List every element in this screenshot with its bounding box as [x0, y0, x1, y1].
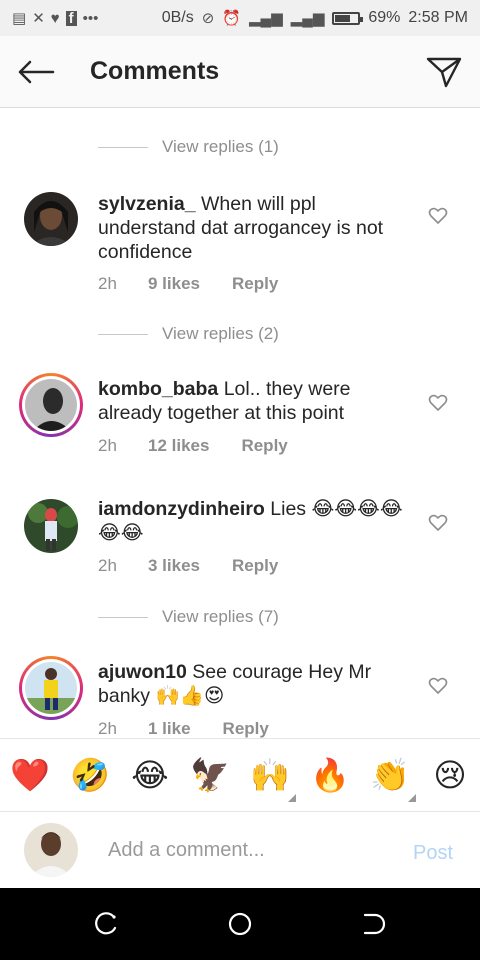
comment-username[interactable]: sylvzenia_ — [98, 193, 196, 215]
recent-apps-icon[interactable] — [93, 910, 121, 938]
back-button[interactable] — [0, 36, 72, 108]
signal-2-icon: ▂▄▆ — [290, 9, 325, 27]
reply-button[interactable]: Reply — [232, 274, 278, 294]
skin-tone-indicator — [288, 794, 296, 802]
header: Comments — [0, 36, 480, 108]
emoji-red-heart[interactable]: ❤️ — [10, 755, 50, 795]
view-replies-link[interactable]: View replies (1) — [98, 137, 279, 157]
divider-line — [98, 146, 148, 148]
comment-text: kombo_baba Lol.. they were already toget… — [98, 377, 408, 425]
emoji-fire[interactable]: 🔥 — [310, 755, 350, 795]
back-arrow-icon — [18, 60, 55, 83]
emoji-raised-hands[interactable]: 🙌 — [250, 755, 290, 795]
comment-time: 2h — [98, 436, 117, 455]
facebook-icon: f — [65, 10, 77, 26]
post-button[interactable]: Post — [413, 842, 453, 865]
data-saver-icon: ⊘ — [201, 9, 215, 27]
battery-icon — [332, 11, 364, 25]
heart-icon[interactable] — [428, 676, 448, 696]
view-replies-label: View replies (2) — [162, 324, 279, 343]
comment-likes[interactable]: 12 likes — [148, 436, 209, 456]
system-nav-bar — [0, 888, 480, 960]
emoji-crying-face[interactable]: 😢 — [430, 755, 470, 795]
divider-line — [98, 616, 148, 618]
emoji-clapping-hands[interactable]: 👏 — [370, 755, 410, 795]
emoji-rofl[interactable]: 🤣 — [70, 755, 110, 795]
comment-time: 2h — [98, 556, 117, 575]
heart-icon[interactable] — [428, 513, 448, 533]
emoji-quick-bar: ❤️ 🤣 😂 🦅 🙌 🔥 👏 😢 — [0, 738, 480, 812]
comments-list[interactable]: View replies (1) sylvzenia_ When will pp… — [0, 108, 480, 738]
view-replies-label: View replies (1) — [162, 137, 279, 156]
comment-likes[interactable]: 3 likes — [148, 556, 200, 576]
comment-username[interactable]: ajuwon10 — [98, 661, 187, 683]
network-speed: 0B/s — [161, 9, 194, 26]
comment-time: 2h — [98, 274, 117, 293]
notification-icons: ▤ ✕ ♥ f ••• — [12, 9, 99, 27]
heart-notification-icon: ♥ — [50, 9, 60, 27]
clock: 2:58 PM — [408, 9, 468, 26]
comment-meta: 2h 9 likes Reply — [98, 274, 278, 294]
view-replies-link[interactable]: View replies (2) — [98, 324, 279, 344]
comment-text: ajuwon10 See courage Hey Mr banky 🙌👍😍 — [98, 660, 408, 708]
reply-button[interactable]: Reply — [232, 556, 278, 576]
skin-tone-indicator — [408, 794, 416, 802]
home-icon[interactable] — [226, 910, 254, 938]
reply-button[interactable]: Reply — [241, 436, 287, 456]
emoji-eagle[interactable]: 🦅 — [190, 755, 230, 795]
paper-plane-icon — [426, 57, 462, 87]
reply-button[interactable]: Reply — [223, 719, 269, 738]
comment-username[interactable]: kombo_baba — [98, 378, 218, 400]
comment-text: sylvzenia_ When will ppl understand dat … — [98, 192, 408, 264]
comment-text: iamdonzydinheiro Lies 😂😂😂😂😂😂 — [98, 497, 408, 545]
battery-level — [335, 14, 351, 22]
back-nav-icon[interactable] — [359, 910, 387, 938]
avatar-story-ring[interactable] — [19, 373, 83, 437]
alarm-icon: ⏰ — [222, 9, 241, 27]
view-replies-label: View replies (7) — [162, 607, 279, 626]
comment-likes[interactable]: 9 likes — [148, 274, 200, 294]
comment-meta: 2h 3 likes Reply — [98, 556, 278, 576]
signal-icon: ▂▄▆ — [248, 9, 283, 27]
add-comment-bar: Post — [0, 812, 480, 888]
current-user-avatar — [24, 823, 78, 877]
avatar — [25, 662, 77, 714]
avatar[interactable] — [24, 192, 78, 246]
comment-meta: 2h 1 like Reply — [98, 719, 269, 738]
missed-call-icon: ✕ — [32, 9, 45, 27]
battery-percent: 69% — [368, 9, 401, 26]
comment-time: 2h — [98, 719, 117, 738]
message-icon: ▤ — [12, 9, 27, 27]
heart-icon[interactable] — [428, 393, 448, 413]
comment-likes[interactable]: 1 like — [148, 719, 191, 738]
view-replies-link[interactable]: View replies (7) — [98, 607, 279, 627]
divider-line — [98, 333, 148, 335]
page-title: Comments — [90, 57, 220, 85]
avatar — [25, 379, 77, 431]
more-icon: ••• — [82, 9, 99, 27]
status-bar: ▤ ✕ ♥ f ••• 0B/s ⊘ ⏰ ▂▄▆ ▂▄▆ 69% 2:58 PM — [0, 0, 480, 36]
comment-username[interactable]: iamdonzydinheiro — [98, 498, 265, 520]
avatar[interactable] — [24, 499, 78, 553]
avatar-story-ring[interactable] — [19, 656, 83, 720]
share-button[interactable] — [408, 36, 480, 108]
emoji-tears-of-joy[interactable]: 😂 — [130, 755, 170, 795]
comment-input[interactable] — [108, 834, 388, 866]
heart-icon[interactable] — [428, 206, 448, 226]
comment-meta: 2h 12 likes Reply — [98, 436, 288, 456]
